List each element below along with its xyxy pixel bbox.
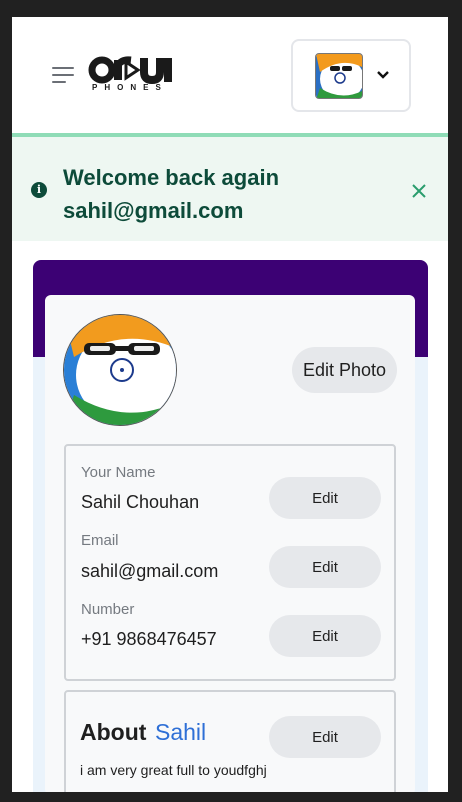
india-flag-icon [315,53,363,99]
edit-photo-button[interactable]: Edit Photo [292,347,397,393]
personal-info-box: Your Name Sahil Chouhan Edit Email sahil… [64,444,396,681]
name-label: Your Name [81,464,156,481]
avatar [63,314,177,426]
edit-name-button[interactable]: Edit [269,477,381,519]
close-icon[interactable] [410,182,428,200]
email-value: sahil@gmail.com [81,561,219,581]
app-frame: PHONES i Welcome back again sahil@gmail.… [12,17,448,792]
info-icon: i [31,182,47,198]
chevron-down-icon [377,71,389,79]
edit-about-button[interactable]: Edit [269,716,381,758]
email-label: Email [81,532,119,549]
country-selector-button[interactable] [291,39,411,112]
about-box: About Sahil Edit i am very great full to… [64,690,396,792]
top-header: PHONES [12,17,448,133]
about-name: Sahil [155,719,207,745]
number-value: +91 9868476457 [81,629,217,649]
name-value: Sahil Chouhan [81,492,200,512]
about-title: About [80,719,147,745]
edit-number-button[interactable]: Edit [269,615,381,657]
about-text: i am very great full to youdfghj [80,762,267,778]
number-label: Number [81,601,135,618]
hamburger-menu-icon[interactable] [52,67,74,83]
logo-subtitle: PHONES [92,83,168,92]
welcome-alert: i Welcome back again sahil@gmail.com [12,137,448,241]
profile-card: Edit Photo Your Name Sahil Chouhan Edit … [45,295,415,792]
alert-message: Welcome back again sahil@gmail.com [63,165,280,223]
edit-email-button[interactable]: Edit [269,546,381,588]
